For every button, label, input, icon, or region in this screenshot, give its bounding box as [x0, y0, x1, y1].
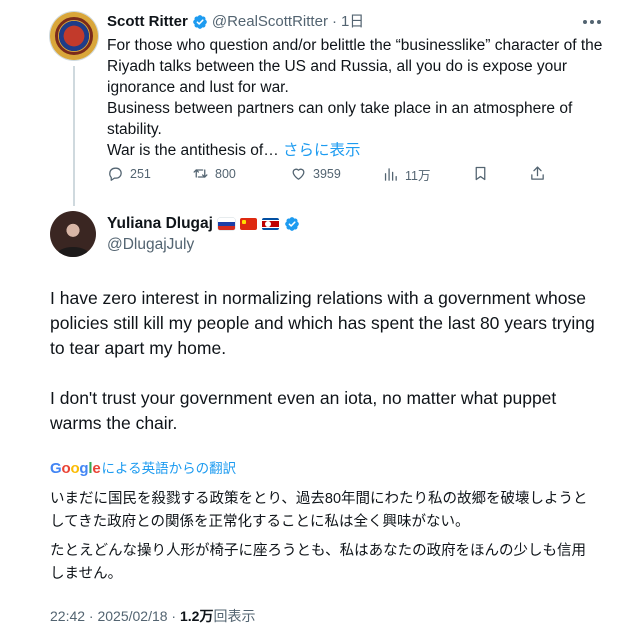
parent-text-truncated: War is the antithesis of…	[107, 142, 279, 159]
main-tweet-header: Yuliana Dlugaj	[107, 214, 300, 234]
tweet-detail-view: Scott Ritter @RealScottRitter · 1日 For t…	[0, 0, 640, 634]
parent-tweet-time[interactable]: 1日	[341, 12, 364, 32]
parent-text-truncated-line: War is the antithesis of… さらに表示	[107, 140, 612, 161]
repost-icon	[193, 169, 208, 178]
bookmark-button[interactable]	[472, 165, 489, 182]
translated-paragraph: たとえどんな操り人形が椅子に座ろうとも、私はあなたの政府をほんの少しも信用しませ…	[50, 543, 587, 582]
bookmark-icon	[475, 166, 486, 181]
parent-author-handle[interactable]: @RealScottRitter	[212, 12, 328, 32]
tweet-views-count: 1.2万	[180, 608, 214, 624]
main-text-paragraph: I have zero interest in normalizing rela…	[50, 288, 595, 358]
reply-count: 251	[130, 166, 151, 181]
verified-badge-icon	[285, 217, 299, 231]
parent-text-paragraph: Business between partners can only take …	[107, 100, 573, 138]
yuliana-dlugaj-avatar[interactable]	[50, 211, 96, 257]
share-icon	[531, 166, 544, 180]
main-text-paragraph: I don't trust your government even an io…	[50, 388, 557, 433]
translation-label: による英語からの翻訳	[101, 461, 237, 476]
views-count-label: 11万	[405, 169, 431, 183]
repost-button[interactable]: 800	[192, 165, 236, 182]
thread-connector-line	[73, 66, 75, 206]
main-author-name[interactable]: Yuliana Dlugaj	[107, 214, 213, 234]
reply-button[interactable]: 251	[107, 165, 151, 182]
russia-flag-icon	[217, 218, 235, 230]
parent-tweet-text: For those who question and/or belittle t…	[107, 35, 612, 161]
translated-text: いまだに国民を殺戮する政策をとり、過去80年間にわたり私の故郷を破壊しようとして…	[50, 488, 595, 586]
repost-count: 800	[215, 166, 236, 181]
heart-icon	[292, 168, 305, 180]
main-tweet-text: I have zero interest in normalizing rela…	[50, 286, 610, 436]
analytics-icon	[384, 168, 397, 181]
parent-tweet-actions: 251 800 3959 11万	[107, 165, 557, 187]
parent-text-paragraph: For those who question and/or belittle t…	[107, 37, 603, 96]
translation-attribution[interactable]: Google による英語からの翻訳	[50, 457, 236, 477]
china-flag-icon	[239, 218, 257, 230]
google-logo: Google	[50, 460, 101, 477]
tweet-timestamp[interactable]: 22:42 · 2025/02/18 ·	[50, 608, 180, 624]
main-author-handle[interactable]: @DlugajJuly	[107, 236, 194, 254]
translated-paragraph: いまだに国民を殺戮する政策をとり、過去80年間にわたり私の故郷を破壊しようとして…	[50, 491, 588, 530]
parent-tweet-header: Scott Ritter @RealScottRitter · 1日	[107, 12, 364, 32]
like-count: 3959	[313, 166, 341, 181]
like-button[interactable]: 3959	[290, 165, 341, 182]
reply-icon	[109, 167, 122, 181]
views-button[interactable]: 11万	[382, 165, 430, 184]
show-more-link[interactable]: さらに表示	[283, 142, 361, 159]
more-options-icon[interactable]	[582, 14, 602, 30]
north-korea-flag-icon	[261, 218, 279, 230]
share-button[interactable]	[529, 165, 546, 182]
header-separator: ·	[331, 13, 337, 30]
parent-author-name[interactable]: Scott Ritter	[107, 12, 188, 32]
verified-badge-icon	[193, 15, 207, 29]
tweet-metadata: 22:42 · 2025/02/18 · 1.2万回表示	[50, 606, 255, 626]
tweet-views-label: 回表示	[213, 608, 256, 624]
scott-ritter-avatar[interactable]	[50, 12, 98, 60]
